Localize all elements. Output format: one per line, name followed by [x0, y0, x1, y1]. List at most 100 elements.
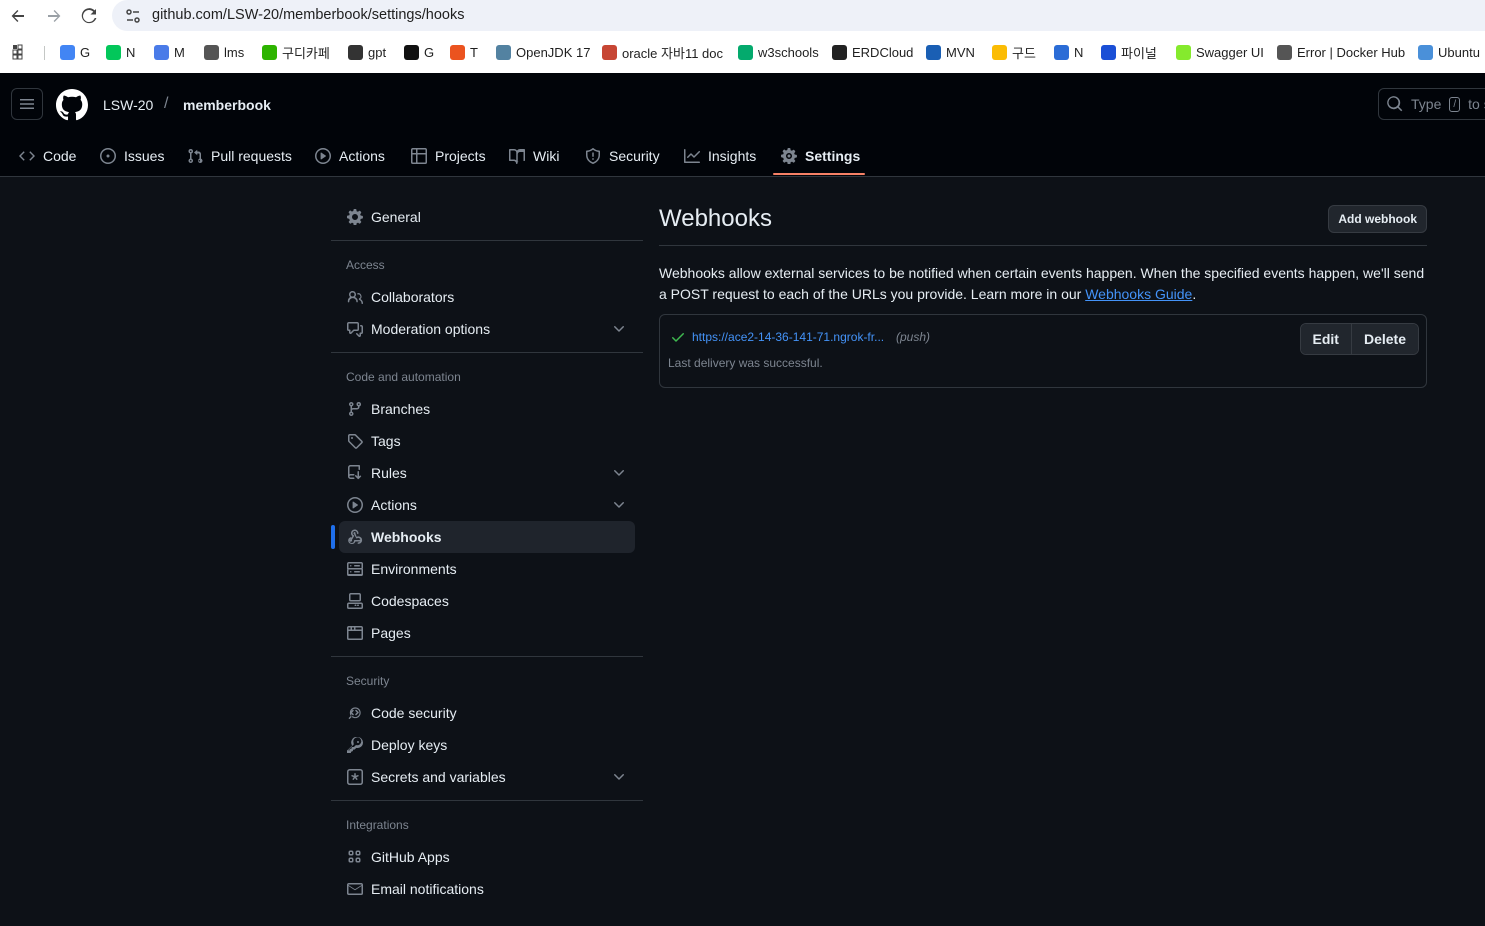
bookmark-item[interactable]: N: [106, 42, 135, 62]
tab-label: Security: [609, 148, 660, 164]
sidebar-item-github-apps[interactable]: GitHub Apps: [339, 841, 635, 873]
webhooks-guide-link[interactable]: Webhooks Guide: [1085, 286, 1192, 302]
sidebar-item-label: Collaborators: [371, 289, 455, 305]
tab-issues[interactable]: Issues: [100, 136, 164, 176]
sidebar-item-label: Codespaces: [371, 593, 449, 609]
sidebar-item-webhooks[interactable]: Webhooks: [339, 521, 635, 553]
bookmark-label: G: [424, 44, 435, 60]
bookmark-item[interactable]: G: [60, 42, 90, 62]
back-button[interactable]: [6, 4, 30, 28]
bookmark-label: MVN: [946, 44, 975, 60]
tab-code[interactable]: Code: [19, 136, 76, 176]
sidebar-item-codespaces[interactable]: Codespaces: [339, 585, 635, 617]
sidebar-item-label: Moderation options: [371, 321, 491, 337]
sidebar-item-collaborators[interactable]: Collaborators: [339, 281, 635, 313]
sidebar-item-branches[interactable]: Branches: [339, 393, 635, 425]
reload-button[interactable]: [77, 4, 101, 28]
mail-icon: [347, 883, 363, 895]
sidebar-item-actions[interactable]: Actions: [339, 489, 635, 521]
pull-request-icon: [188, 148, 203, 164]
breadcrumb-repo[interactable]: memberbook: [183, 97, 271, 113]
forward-button[interactable]: [42, 4, 66, 28]
sidebar-item-pages[interactable]: Pages: [339, 617, 635, 649]
bookmark-item[interactable]: N: [1054, 42, 1083, 62]
bookmark-label: 구디카페: [282, 45, 330, 61]
tab-label: Code: [43, 148, 77, 164]
shield-icon: [586, 148, 600, 164]
delete-button[interactable]: Delete: [1350, 324, 1418, 354]
edit-button[interactable]: Edit: [1300, 324, 1351, 354]
sidebar-item-label: GitHub Apps: [371, 849, 450, 865]
sidebar-item-code-security[interactable]: Code security: [339, 697, 635, 729]
tab-wiki[interactable]: Wiki: [509, 136, 559, 176]
issue-icon: [100, 148, 116, 164]
bookmark-label: gpt: [368, 44, 387, 60]
github-logo-icon[interactable]: [56, 89, 88, 121]
bookmark-item[interactable]: 구디카페: [262, 42, 330, 62]
bookmark-item[interactable]: OpenJDK 17: [496, 42, 590, 62]
bookmark-item[interactable]: 구드: [992, 42, 1036, 62]
bookmark-item[interactable]: Error | Docker Hub: [1277, 42, 1405, 62]
people-icon: [347, 291, 363, 304]
sidebar-heading-security: Security: [346, 674, 390, 688]
sidebar-item-secrets[interactable]: Secrets and variables: [339, 761, 635, 793]
sidebar-item-rules[interactable]: Rules: [339, 457, 635, 489]
breadcrumb-owner[interactable]: LSW-20: [103, 97, 153, 113]
bookmark-item[interactable]: M: [154, 42, 185, 62]
tab-security[interactable]: Security: [585, 136, 660, 176]
openai-icon: [348, 44, 363, 60]
check-icon: [672, 333, 684, 342]
bookmark-item[interactable]: 파이널: [1101, 42, 1157, 62]
webhook-url-link[interactable]: https://ace2-14-36-141-71.ngrok-fr...: [692, 330, 884, 344]
apps-icon[interactable]: [12, 42, 28, 62]
book-icon: [509, 148, 525, 164]
bookmark-item[interactable]: G: [404, 42, 434, 62]
sidebar-item-label: Email notifications: [371, 881, 484, 897]
sidebar-item-tags[interactable]: Tags: [339, 425, 635, 457]
tab-settings[interactable]: Settings: [781, 136, 860, 176]
tab-pull-requests[interactable]: Pull requests: [187, 136, 292, 176]
tab-actions[interactable]: Actions: [315, 136, 385, 176]
menu-button[interactable]: [11, 88, 43, 120]
bookmark-item[interactable]: Ubuntu: [1418, 42, 1480, 62]
bookmark-label: ERDCloud: [852, 44, 914, 60]
sidebar-item-moderation[interactable]: Moderation options: [339, 313, 635, 345]
site-settings-icon[interactable]: [124, 7, 142, 25]
bookmark-label: M: [174, 44, 185, 60]
page-title: Webhooks: [659, 205, 772, 232]
tag-icon: [348, 434, 363, 449]
sidebar-item-label: General: [371, 209, 421, 225]
tab-projects[interactable]: Projects: [411, 136, 486, 176]
bookmark-item[interactable]: oracle 자바11 doc: [602, 42, 723, 62]
webhook-item: https://ace2-14-36-141-71.ngrok-fr... (p…: [659, 314, 1427, 388]
bookmark-item[interactable]: ERDCloud: [832, 42, 913, 62]
bookmark-item[interactable]: T: [450, 42, 478, 62]
bookmark-label: N: [1074, 44, 1084, 60]
url-text[interactable]: github.com/LSW-20/memberbook/settings/ho…: [152, 7, 464, 23]
sidebar-item-label: Actions: [371, 497, 417, 513]
oracle-icon: [602, 44, 617, 60]
apps-icon: [348, 850, 361, 863]
bookmark-label: lms: [224, 44, 245, 60]
address-row: github.com/LSW-20/memberbook/settings/ho…: [0, 0, 1485, 32]
webhook-actions: Edit Delete: [1299, 323, 1419, 355]
sidebar-item-email-notifications[interactable]: Email notifications: [339, 873, 635, 905]
bookmark-item[interactable]: gpt: [348, 42, 386, 62]
sidebar-item-general[interactable]: General: [339, 201, 635, 233]
bookmark-item[interactable]: Swagger UI: [1176, 42, 1264, 62]
bookmark-item[interactable]: w3schools: [738, 42, 819, 62]
bookmark-label: 구드: [1012, 45, 1036, 61]
sidebar-item-deploy-keys[interactable]: Deploy keys: [339, 729, 635, 761]
search-input[interactable]: Type / to s: [1378, 88, 1485, 120]
sidebar-item-environments[interactable]: Environments: [339, 553, 635, 585]
chevron-down-icon: [614, 774, 624, 780]
add-webhook-button[interactable]: Add webhook: [1328, 205, 1427, 233]
code-icon: [19, 151, 35, 161]
webhooks-description: Webhooks allow external services to be n…: [659, 263, 1427, 305]
tab-insights[interactable]: Insights: [684, 136, 756, 176]
bookmark-item[interactable]: lms: [204, 42, 244, 62]
codespaces-icon: [347, 593, 363, 609]
play-icon: [315, 148, 331, 164]
mvn-icon: [926, 44, 941, 60]
bookmark-item[interactable]: MVN: [926, 42, 975, 62]
